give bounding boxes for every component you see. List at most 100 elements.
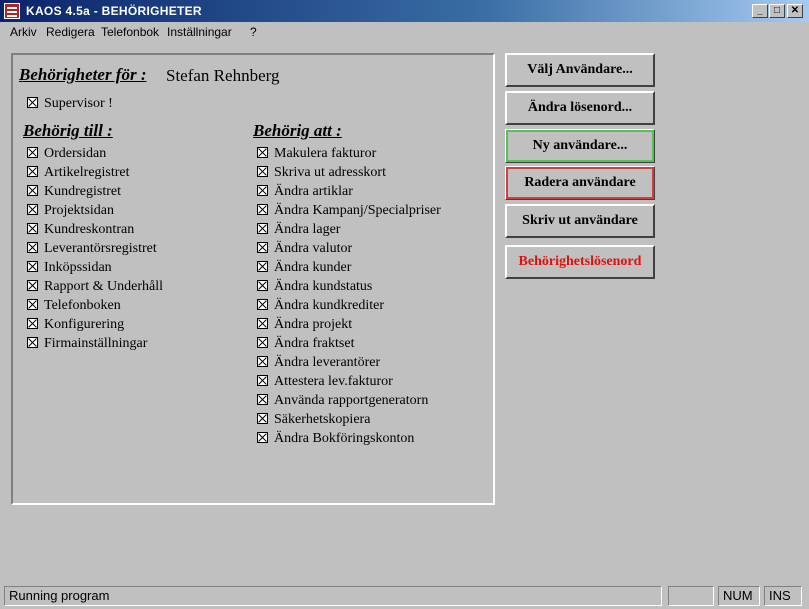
checkbox-konfigurering[interactable]: Konfigurering bbox=[27, 317, 124, 336]
checkbox-checked-icon bbox=[257, 223, 268, 234]
checkbox-andra-fraktset[interactable]: Ändra fraktset bbox=[257, 336, 354, 355]
title-bar: KAOS 4.5a - BEHÖRIGHETER _ □ ✕ bbox=[0, 0, 809, 22]
menu-bar: Arkiv Redigera Telefonbok Inställningar … bbox=[0, 22, 809, 42]
checkbox-checked-icon bbox=[27, 318, 38, 329]
checkbox-andra-kunder[interactable]: Ändra kunder bbox=[257, 260, 351, 279]
checkbox-label: Ändra artiklar bbox=[274, 184, 353, 199]
checkbox-checked-icon bbox=[257, 204, 268, 215]
num-lock-indicator: NUM bbox=[718, 586, 760, 606]
checkbox-label: Ordersidan bbox=[44, 146, 107, 161]
behorig-till-heading: Behörig till : bbox=[23, 121, 113, 140]
checkbox-checked-icon bbox=[27, 147, 38, 158]
checkbox-checked-icon bbox=[27, 261, 38, 272]
checkbox-label: Firmainställningar bbox=[44, 336, 148, 351]
checkbox-kundreskontran[interactable]: Kundreskontran bbox=[27, 222, 134, 241]
menu-help[interactable]: ? bbox=[250, 25, 257, 39]
checkbox-label: Ändra Kampanj/Specialpriser bbox=[274, 203, 441, 218]
menu-arkiv[interactable]: Arkiv bbox=[10, 25, 37, 39]
checkbox-label: Säkerhetskopiera bbox=[274, 412, 371, 427]
user-name: Stefan Rehnberg bbox=[166, 66, 280, 85]
checkbox-projektsidan[interactable]: Projektsidan bbox=[27, 203, 114, 222]
checkbox-artikelregistret[interactable]: Artikelregistret bbox=[27, 165, 130, 184]
checkbox-checked-icon bbox=[257, 375, 268, 386]
checkbox-label: Ändra valutor bbox=[274, 241, 353, 256]
checkbox-label: Ändra fraktset bbox=[274, 336, 355, 351]
checkbox-label: Inköpssidan bbox=[44, 260, 112, 275]
checkbox-checked-icon bbox=[257, 147, 268, 158]
restore-icon: □ bbox=[773, 5, 781, 16]
print-user-button[interactable]: Skriv ut användare bbox=[505, 204, 655, 238]
permission-password-button[interactable]: Behörighetslösenord bbox=[505, 245, 655, 279]
checkbox-label: Leverantörsregistret bbox=[44, 241, 157, 256]
checkbox-andra-leverantorer[interactable]: Ändra leverantörer bbox=[257, 355, 380, 374]
checkbox-attestera-lev-fakturor[interactable]: Attestera lev.fakturor bbox=[257, 374, 393, 393]
checkbox-checked-icon bbox=[257, 318, 268, 329]
checkbox-andra-lager[interactable]: Ändra lager bbox=[257, 222, 340, 241]
new-user-button[interactable]: Ny användare... bbox=[505, 129, 655, 163]
window-title: KAOS 4.5a - BEHÖRIGHETER bbox=[26, 4, 202, 18]
permissions-for-label: Behörigheter för : bbox=[19, 65, 147, 84]
checkbox-checked-icon bbox=[27, 242, 38, 253]
checkbox-checked-icon bbox=[257, 299, 268, 310]
checkbox-makulera-fakturor[interactable]: Makulera fakturor bbox=[257, 146, 376, 165]
checkbox-checked-icon bbox=[257, 280, 268, 291]
checkbox-telefonboken[interactable]: Telefonboken bbox=[27, 298, 121, 317]
delete-user-label: Radera användare bbox=[524, 175, 636, 190]
checkbox-checked-icon bbox=[257, 166, 268, 177]
checkbox-label: Kundreskontran bbox=[44, 222, 135, 237]
delete-user-button[interactable]: Radera användare bbox=[505, 166, 655, 200]
checkbox-label: Ändra kundkrediter bbox=[274, 298, 385, 313]
close-icon: ✕ bbox=[790, 5, 800, 16]
menu-telefonbok[interactable]: Telefonbok bbox=[101, 25, 159, 39]
minimize-icon: _ bbox=[757, 5, 763, 16]
checkbox-checked-icon bbox=[27, 223, 38, 234]
checkbox-anvanda-rapportgeneratorn[interactable]: Använda rapportgeneratorn bbox=[257, 393, 428, 412]
checkbox-andra-projekt[interactable]: Ändra projekt bbox=[257, 317, 352, 336]
checkbox-andra-kundkrediter[interactable]: Ändra kundkrediter bbox=[257, 298, 384, 317]
checkbox-label: Ändra lager bbox=[274, 222, 341, 237]
select-user-button[interactable]: Välj Användare... bbox=[505, 53, 655, 87]
checkbox-label: Rapport & Underhåll bbox=[44, 279, 163, 294]
menu-redigera[interactable]: Redigera bbox=[46, 25, 95, 39]
insert-mode-indicator: INS bbox=[764, 586, 802, 606]
minimize-button[interactable]: _ bbox=[752, 4, 768, 18]
checkbox-checked-icon bbox=[27, 299, 38, 310]
checkbox-andra-artiklar[interactable]: Ändra artiklar bbox=[257, 184, 353, 203]
checkbox-checked-icon bbox=[257, 356, 268, 367]
checkbox-label: Attestera lev.fakturor bbox=[274, 374, 393, 389]
close-button[interactable]: ✕ bbox=[787, 4, 803, 18]
checkbox-checked-icon bbox=[27, 97, 38, 108]
checkbox-rapport-underhall[interactable]: Rapport & Underhåll bbox=[27, 279, 163, 298]
status-empty-pane bbox=[668, 586, 714, 606]
menu-installningar[interactable]: Inställningar bbox=[167, 25, 232, 39]
checkbox-andra-bokforingskonton[interactable]: Ändra Bokföringskonton bbox=[257, 431, 414, 450]
restore-button[interactable]: □ bbox=[769, 4, 785, 18]
checkbox-andra-valutor[interactable]: Ändra valutor bbox=[257, 241, 352, 260]
checkbox-firmainstallningar[interactable]: Firmainställningar bbox=[27, 336, 147, 355]
checkbox-label: Ändra projekt bbox=[274, 317, 353, 332]
checkbox-checked-icon bbox=[27, 185, 38, 196]
checkbox-label: Konfigurering bbox=[44, 317, 125, 332]
behorig-att-heading: Behörig att : bbox=[253, 121, 342, 140]
checkbox-sakerhetskopiera[interactable]: Säkerhetskopiera bbox=[257, 412, 370, 431]
checkbox-checked-icon bbox=[27, 204, 38, 215]
supervisor-checkbox[interactable]: Supervisor ! bbox=[27, 96, 113, 115]
checkbox-checked-icon bbox=[257, 185, 268, 196]
change-password-button[interactable]: Ändra lösenord... bbox=[505, 91, 655, 125]
status-message: Running program bbox=[4, 586, 662, 606]
checkbox-skriva-ut-adresskort[interactable]: Skriva ut adresskort bbox=[257, 165, 386, 184]
checkbox-label: Skriva ut adresskort bbox=[274, 165, 386, 180]
checkbox-label: Ändra kunder bbox=[274, 260, 352, 275]
app-icon[interactable] bbox=[4, 3, 20, 19]
checkbox-andra-kundstatus[interactable]: Ändra kundstatus bbox=[257, 279, 372, 298]
change-password-label: Ändra lösenord... bbox=[527, 100, 633, 115]
checkbox-checked-icon bbox=[27, 337, 38, 348]
checkbox-andra-kampanj[interactable]: Ändra Kampanj/Specialpriser bbox=[257, 203, 441, 222]
checkbox-ordersidan[interactable]: Ordersidan bbox=[27, 146, 106, 165]
checkbox-label: Använda rapportgeneratorn bbox=[274, 393, 429, 408]
checkbox-label: Artikelregistret bbox=[44, 165, 130, 180]
checkbox-kundregistret[interactable]: Kundregistret bbox=[27, 184, 121, 203]
checkbox-leverantorsregistret[interactable]: Leverantörsregistret bbox=[27, 241, 157, 260]
checkbox-checked-icon bbox=[27, 166, 38, 177]
checkbox-inkopssidan[interactable]: Inköpssidan bbox=[27, 260, 112, 279]
